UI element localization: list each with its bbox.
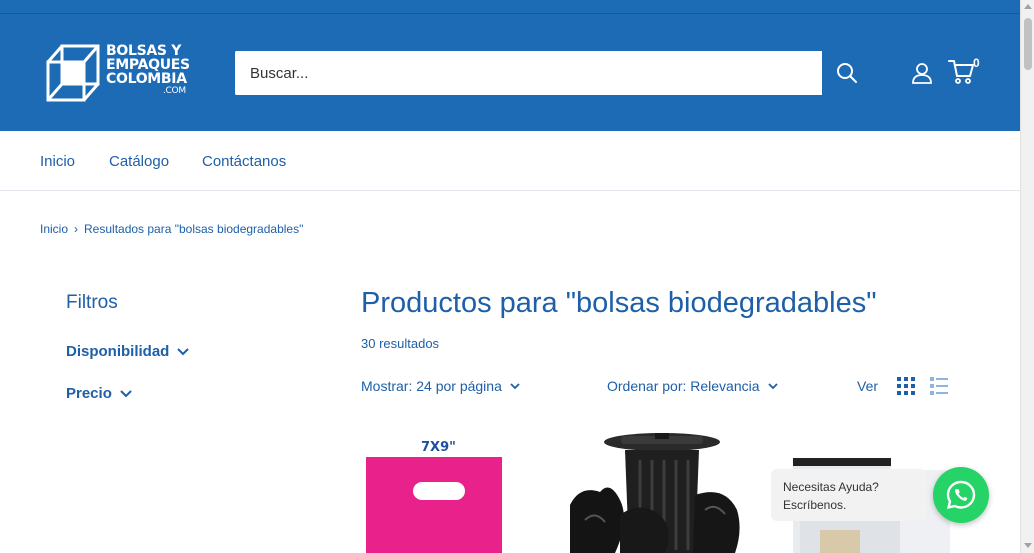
pink-bag-image — [366, 457, 502, 553]
chat-prompt-line-2: Escríbenos. — [783, 498, 847, 512]
main-nav: Inicio Catálogo Contáctanos — [0, 131, 1020, 191]
breadcrumb-separator: › — [74, 222, 79, 236]
show-per-page-label: Mostrar: 24 por página — [361, 378, 502, 394]
brand-line-3: COLOMBIA — [106, 71, 187, 87]
brand-name: BOLSAS Y EMPAQUES COLOMBIA .COM — [106, 44, 190, 96]
scrollbar-thumb[interactable] — [1024, 18, 1032, 70]
chevron-down-icon — [510, 382, 520, 389]
account-button[interactable] — [908, 59, 936, 87]
whatsapp-icon — [946, 480, 976, 509]
view-label: Ver — [857, 378, 879, 394]
trash-can-bags-image — [570, 433, 740, 553]
brand-logo[interactable]: BOLSAS Y EMPAQUES COLOMBIA .COM — [46, 44, 196, 102]
chevron-down-icon — [767, 382, 778, 389]
filter-availability-label: Disponibilidad — [66, 343, 170, 360]
brand-line-1: BOLSAS Y — [106, 43, 182, 59]
chat-prompt: Necesitas Ayuda? Escríbenos. — [771, 469, 926, 521]
scroll-down-arrow-icon[interactable] — [1024, 543, 1032, 548]
page-title: Productos para "bolsas biodegradables" — [361, 287, 877, 319]
nav-item-catalogo[interactable]: Catálogo — [109, 153, 169, 170]
sort-label: Ordenar por: Relevancia — [607, 378, 760, 394]
chevron-down-icon — [177, 347, 190, 355]
chat-prompt-line-1: Necesitas Ayuda? — [783, 480, 879, 494]
scroll-up-arrow-icon[interactable] — [1024, 4, 1032, 9]
filter-price-label: Precio — [66, 385, 112, 402]
search-bar — [235, 51, 871, 95]
sort-select[interactable]: Ordenar por: Relevancia — [607, 378, 778, 394]
filter-availability[interactable]: Disponibilidad — [66, 343, 190, 360]
cube-logo-icon — [46, 44, 100, 102]
breadcrumb-home[interactable]: Inicio — [40, 222, 68, 236]
top-bar — [0, 0, 1034, 14]
search-button[interactable] — [822, 51, 871, 95]
product-card[interactable]: 7X9" — [361, 430, 511, 553]
product-card[interactable] — [565, 430, 745, 553]
brand-line-2: EMPAQUES — [106, 57, 190, 73]
list-view-icon[interactable] — [930, 377, 948, 395]
cart-icon — [948, 60, 974, 84]
page-scrollbar[interactable] — [1020, 0, 1034, 553]
breadcrumb: Inicio › Resultados para "bolsas biodegrad… — [40, 222, 303, 236]
user-icon — [912, 63, 932, 84]
search-input[interactable] — [235, 51, 822, 95]
chevron-down-icon — [120, 389, 132, 397]
nav-item-inicio[interactable]: Inicio — [40, 153, 75, 170]
filter-price[interactable]: Precio — [66, 385, 132, 402]
brand-domain: .COM — [163, 86, 186, 96]
grid-view-icon[interactable] — [897, 377, 915, 395]
whatsapp-button[interactable] — [933, 467, 989, 523]
show-per-page-select[interactable]: Mostrar: 24 por página — [361, 378, 520, 394]
breadcrumb-current: Resultados para "bolsas biodegradables" — [84, 222, 304, 236]
cart-count-badge: 0 — [973, 56, 980, 70]
search-icon — [836, 63, 857, 83]
filters-title: Filtros — [66, 292, 118, 313]
results-count: 30 resultados — [361, 336, 440, 351]
nav-item-contactanos[interactable]: Contáctanos — [202, 153, 286, 170]
